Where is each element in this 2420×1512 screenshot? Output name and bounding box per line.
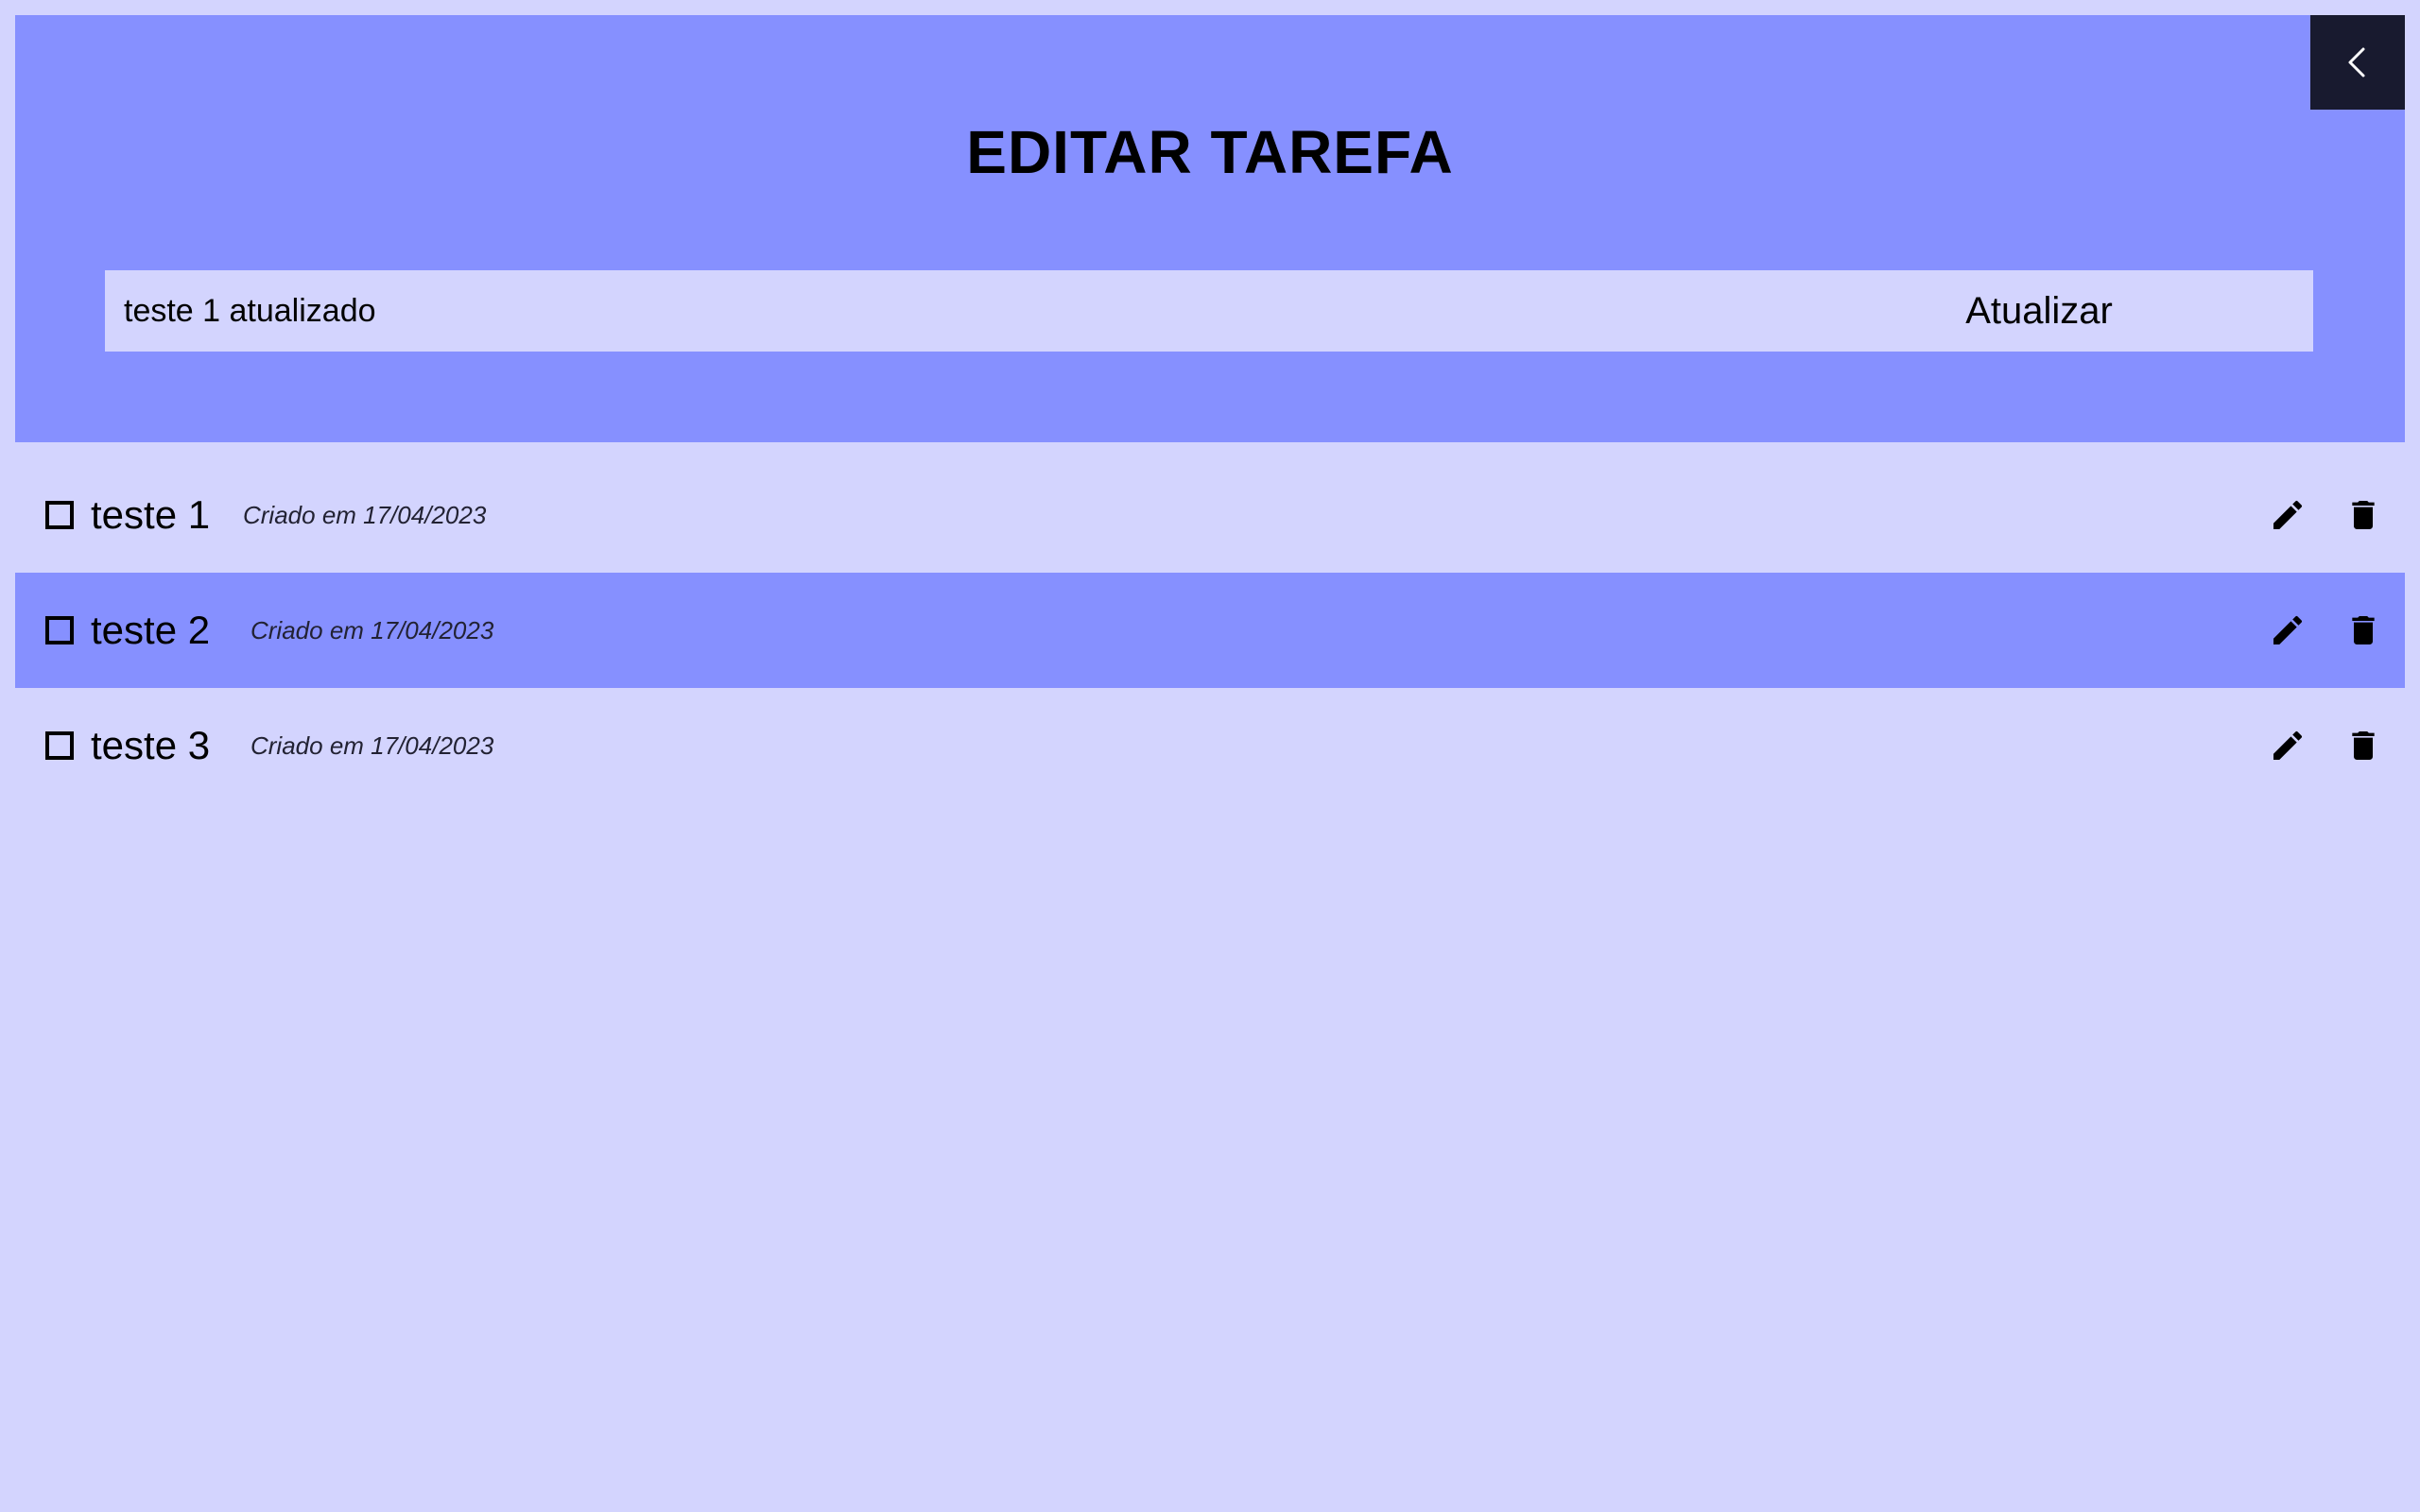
task-created-date: Criado em 17/04/2023 <box>251 615 494 644</box>
task-row: teste 3 Criado em 17/04/2023 <box>15 688 2405 803</box>
delete-task-button[interactable] <box>2342 725 2384 766</box>
task-checkbox[interactable] <box>45 616 74 644</box>
task-name: teste 2 <box>91 608 211 652</box>
edit-task-button[interactable] <box>2267 494 2308 536</box>
task-name: teste 3 <box>91 723 211 767</box>
edit-task-button[interactable] <box>2267 610 2308 651</box>
delete-task-button[interactable] <box>2342 610 2384 651</box>
page-title: EDITAR TAREFA <box>966 118 1454 186</box>
pencil-icon <box>2269 496 2307 534</box>
delete-task-button[interactable] <box>2342 494 2384 536</box>
trash-icon <box>2344 611 2382 649</box>
task-checkbox[interactable] <box>45 501 74 529</box>
edit-task-button[interactable] <box>2267 725 2308 766</box>
pencil-icon <box>2269 727 2307 765</box>
task-list: teste 1 Criado em 17/04/2023 teste 2 Cri… <box>15 457 2405 803</box>
task-created-date: Criado em 17/04/2023 <box>251 730 494 760</box>
edit-task-form: Atualizar <box>105 270 2313 352</box>
chevron-left-icon <box>2339 43 2377 81</box>
task-row: teste 1 Criado em 17/04/2023 <box>15 457 2405 573</box>
header: EDITAR TAREFA Atualizar <box>15 15 2405 442</box>
pencil-icon <box>2269 611 2307 649</box>
task-checkbox[interactable] <box>45 731 74 760</box>
task-row: teste 2 Criado em 17/04/2023 <box>15 573 2405 688</box>
task-name: teste 1 <box>91 492 211 537</box>
task-created-date: Criado em 17/04/2023 <box>243 500 487 529</box>
update-button[interactable]: Atualizar <box>1765 270 2313 352</box>
trash-icon <box>2344 727 2382 765</box>
back-button[interactable] <box>2310 15 2405 110</box>
trash-icon <box>2344 496 2382 534</box>
task-name-input[interactable] <box>105 270 1901 352</box>
